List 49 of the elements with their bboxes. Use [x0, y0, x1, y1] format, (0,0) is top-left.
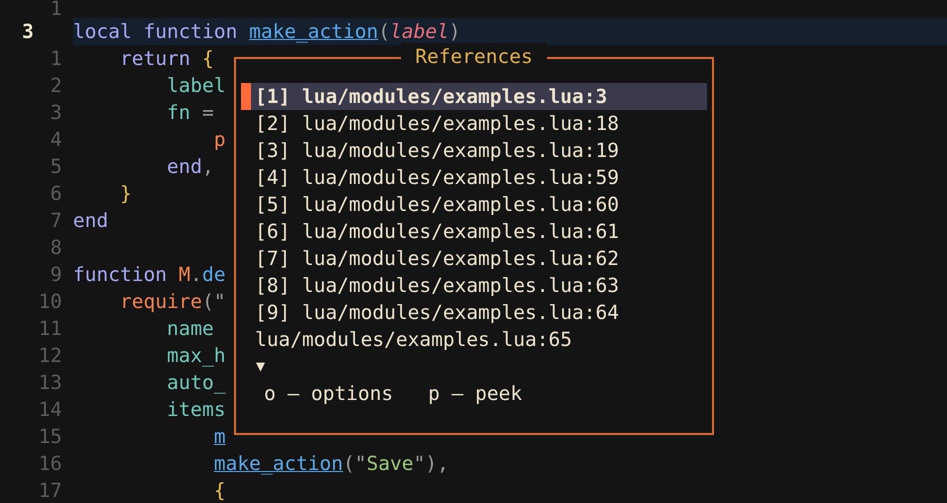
line-number: 13: [38, 370, 62, 396]
reference-item[interactable]: [2] lua/modules/examples.lua:18: [241, 110, 707, 137]
line-number: 5: [49, 154, 62, 180]
reference-item[interactable]: [1] lua/modules/examples.lua:3: [241, 83, 707, 110]
reference-item[interactable]: [9] lua/modules/examples.lua:64: [241, 299, 707, 326]
line-number: 15: [38, 424, 62, 450]
reference-item[interactable]: [4] lua/modules/examples.lua:59: [241, 164, 707, 191]
reference-item[interactable]: [8] lua/modules/examples.lua:63: [241, 272, 707, 299]
line-number: 3: [49, 100, 62, 126]
reference-item[interactable]: [6] lua/modules/examples.lua:61: [241, 218, 707, 245]
code-line: }: [120, 181, 132, 207]
line-number: 1: [49, 46, 62, 72]
line-number: 11: [38, 316, 62, 342]
code-line: m: [214, 424, 226, 450]
code-line: {: [214, 478, 226, 503]
line-number: 1: [49, 0, 62, 18]
line-number: 9: [49, 262, 62, 288]
code-line: local function make_action(label): [73, 19, 460, 45]
line-number: 7: [49, 208, 62, 234]
line-number: 3: [21, 19, 35, 45]
key-hint: p — peek: [428, 381, 522, 407]
line-number: 6: [49, 181, 62, 207]
code-line: end: [73, 208, 108, 234]
code-line: auto_: [166, 370, 226, 396]
more-indicator: ▼: [256, 356, 266, 377]
reference-item[interactable]: lua/modules/examples.lua:65: [241, 326, 707, 353]
line-number: 2: [49, 73, 62, 99]
code-line: require(": [120, 289, 226, 315]
code-line: function M.de: [73, 262, 226, 288]
code-line: max_h: [166, 343, 226, 369]
reference-item[interactable]: [7] lua/modules/examples.lua:62: [241, 245, 707, 272]
line-number: 12: [38, 343, 62, 369]
code-line: end,: [166, 154, 214, 180]
code-line: p: [214, 127, 226, 153]
code-line: items: [166, 397, 226, 423]
line-number: 4: [49, 127, 62, 153]
code-line: fn =: [166, 100, 214, 126]
line-number: 10: [38, 289, 62, 315]
code-line: return {: [120, 46, 214, 72]
reference-item[interactable]: [5] lua/modules/examples.lua:60: [241, 191, 707, 218]
code-line: make_action("Save"),: [214, 451, 449, 477]
reference-item[interactable]: [3] lua/modules/examples.lua:19: [241, 137, 707, 164]
code-line: label: [166, 73, 226, 99]
line-number: 14: [38, 397, 62, 423]
line-number: 17: [38, 478, 62, 503]
key-hint: o — options: [264, 381, 394, 407]
line-number: 16: [38, 451, 62, 477]
code-line: name: [166, 316, 214, 342]
line-number: 8: [49, 235, 62, 261]
